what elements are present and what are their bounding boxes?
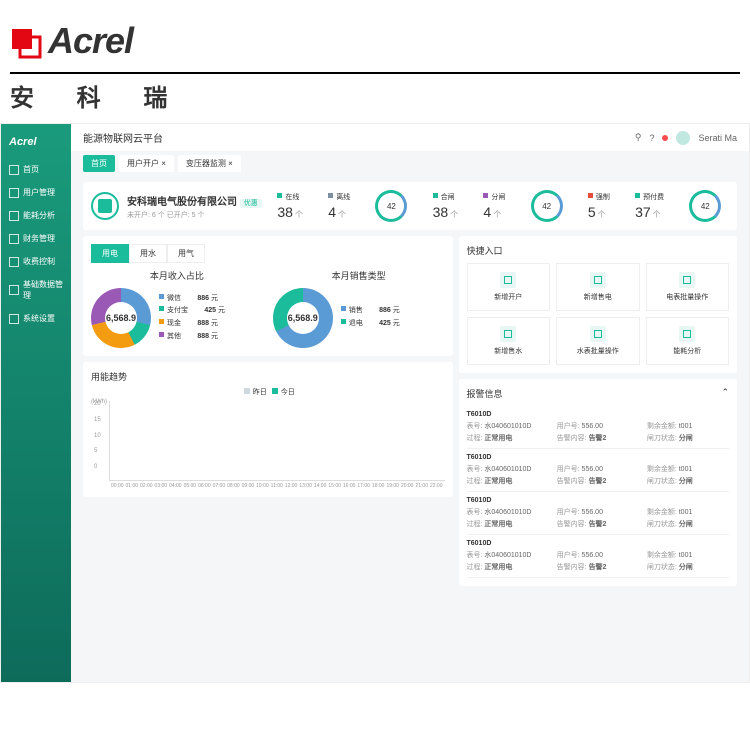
tabs: 首页用户开户 ×变压器监测 × <box>71 151 749 176</box>
donut1-chart: 6,568.9 <box>91 288 151 348</box>
brand-cn: 安 科 瑞 <box>10 72 740 113</box>
trend-legend: 昨日 今日 <box>91 387 445 397</box>
alarm-card: 报警信息 ⌃ T6010D 表号: 水040601010D 用户号: 556.00… <box>459 379 738 586</box>
donut2-title: 本月销售类型 <box>273 269 445 282</box>
alarm-item[interactable]: T6010D 表号: 水040601010D 用户号: 556.00 剩余金额:… <box>467 535 730 578</box>
donut1-legend: 微信886 元支付宝425 元现金888 元其他888 元 <box>159 293 225 343</box>
sidebar: Acrel 首页用户管理能耗分析财务管理收费控制基础数据管理系统设置 <box>1 124 71 682</box>
stat-ring: 42 <box>689 190 721 222</box>
stat-item: 离线4个 <box>328 192 350 220</box>
company-icon <box>91 192 119 220</box>
quick-icon <box>590 326 606 342</box>
revenue-card: 用电用水用气 本月收入占比 6,568.9 微信886 元支付宝425 元现金8… <box>83 236 453 356</box>
stats-row: 在线38个 离线4个 42 合闸38个 分闸4个 42 强制5个 预付费37个 42 <box>270 190 729 222</box>
quick-icon <box>500 272 516 288</box>
menu-icon <box>9 188 19 198</box>
expand-icon[interactable]: ⌃ <box>721 387 729 400</box>
sidebar-item[interactable]: 能耗分析 <box>1 204 71 227</box>
user-name: Serati Ma <box>698 133 737 143</box>
quick-access-card: 快捷入口 新增开户新增售电电表批量操作新增售水水表批量操作能耗分析 <box>459 236 738 373</box>
stat-item: 合闸38个 <box>433 192 459 220</box>
tab[interactable]: 变压器监测 × <box>178 155 241 172</box>
sidebar-item[interactable]: 财务管理 <box>1 227 71 250</box>
quick-icon <box>679 326 695 342</box>
alarm-title: 报警信息 <box>467 387 503 400</box>
menu-icon <box>9 257 19 267</box>
subtab[interactable]: 用水 <box>129 244 167 263</box>
brand-en: Acrel <box>48 20 133 61</box>
sidebar-item[interactable]: 用户管理 <box>1 181 71 204</box>
notification-icon[interactable] <box>662 135 668 141</box>
quick-item[interactable]: 水表批量操作 <box>556 317 640 365</box>
topbar: 能源物联网云平台 ⚲ ? Serati Ma <box>71 124 749 151</box>
subtab[interactable]: 用气 <box>167 244 205 263</box>
stat-item: 分闸4个 <box>483 192 505 220</box>
stat-item: 预付费37个 <box>635 192 664 220</box>
tab[interactable]: 用户开户 × <box>119 155 174 172</box>
quick-icon <box>500 326 516 342</box>
menu-icon <box>9 165 19 175</box>
quick-item[interactable]: 新增售电 <box>556 263 640 311</box>
alarm-item[interactable]: T6010D 表号: 水040601010D 用户号: 556.00 剩余金额:… <box>467 406 730 449</box>
quick-title: 快捷入口 <box>467 244 730 257</box>
menu-icon <box>9 211 19 221</box>
sidebar-item[interactable]: 收费控制 <box>1 250 71 273</box>
trend-title: 用能趋势 <box>91 370 445 383</box>
alarm-item[interactable]: T6010D 表号: 水040601010D 用户号: 556.00 剩余金额:… <box>467 492 730 535</box>
app-window: Acrel 首页用户管理能耗分析财务管理收费控制基础数据管理系统设置 能源物联网… <box>0 123 750 683</box>
tab[interactable]: 首页 <box>83 155 115 172</box>
sidebar-item[interactable]: 首页 <box>1 158 71 181</box>
menu-icon <box>9 314 19 324</box>
brand-header: Acrel 安 科 瑞 <box>0 0 750 123</box>
stat-item: 在线38个 <box>277 192 303 220</box>
sidebar-item[interactable]: 系统设置 <box>1 307 71 330</box>
stat-ring: 42 <box>375 190 407 222</box>
sidebar-item[interactable]: 基础数据管理 <box>1 273 71 307</box>
quick-item[interactable]: 能耗分析 <box>646 317 730 365</box>
company-name: 安科瑞电气股份有限公司 <box>127 197 237 208</box>
stat-item: 强制5个 <box>588 192 610 220</box>
quick-item[interactable]: 新增售水 <box>467 317 551 365</box>
search-icon[interactable]: ⚲ <box>635 132 642 143</box>
page-title: 能源物联网云平台 <box>83 130 163 145</box>
trend-card: 用能趋势 昨日 今日 (kWh) 20151050 00:0001:0002:0… <box>83 362 453 497</box>
quick-icon <box>679 272 695 288</box>
subtab[interactable]: 用电 <box>91 244 129 263</box>
acrel-logo-icon <box>10 26 42 68</box>
alarm-item[interactable]: T6010D 表号: 水040601010D 用户号: 556.00 剩余金额:… <box>467 449 730 492</box>
donut2-chart: 6,568.9 <box>273 288 333 348</box>
quick-icon <box>590 272 606 288</box>
help-icon[interactable]: ? <box>649 133 654 143</box>
donut2-legend: 销售886 元退电425 元 <box>341 305 400 330</box>
sidebar-brand: Acrel <box>1 132 71 158</box>
donut1-title: 本月收入占比 <box>91 269 263 282</box>
company-card: 安科瑞电气股份有限公司 优惠 未开户: 6 个 已开户: 5 个 在线38个离线… <box>83 182 737 230</box>
company-tag: 优惠 <box>240 199 262 208</box>
menu-icon <box>9 285 19 295</box>
trend-bars: 20151050 <box>109 401 445 481</box>
quick-item[interactable]: 新增开户 <box>467 263 551 311</box>
stat-ring: 42 <box>531 190 563 222</box>
avatar[interactable] <box>676 131 690 145</box>
quick-item[interactable]: 电表批量操作 <box>646 263 730 311</box>
menu-icon <box>9 234 19 244</box>
